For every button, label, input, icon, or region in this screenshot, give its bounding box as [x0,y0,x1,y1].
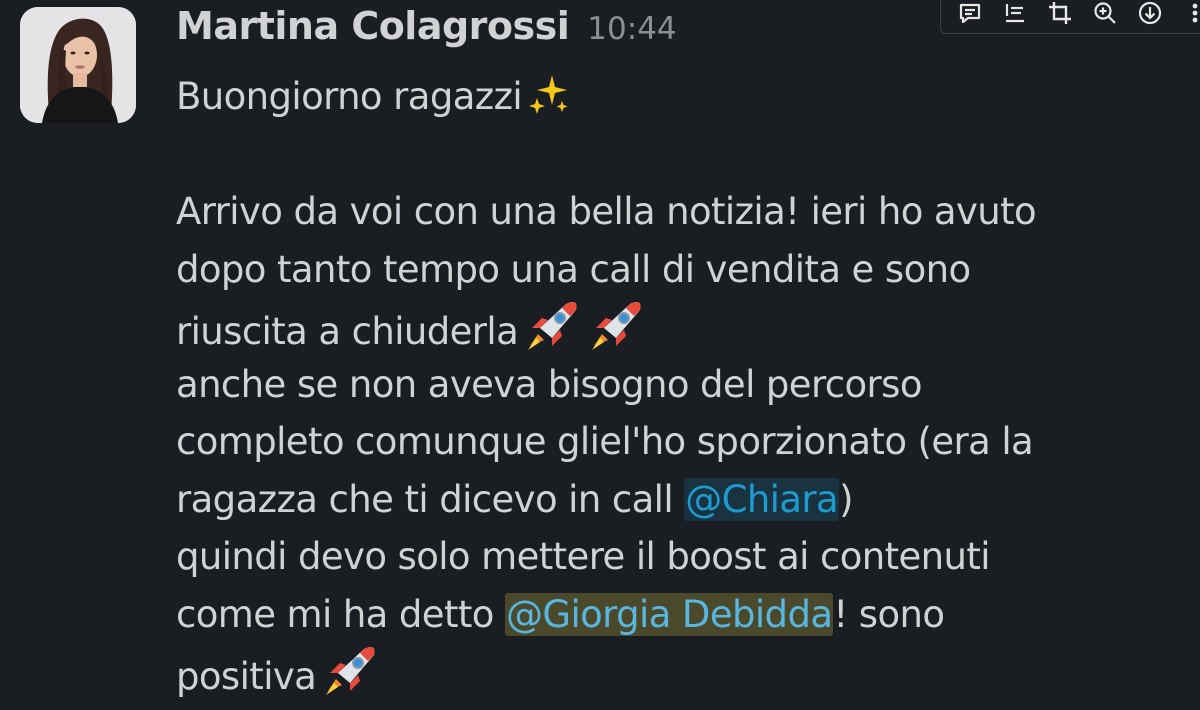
sender-name[interactable]: Martina Colagrossi [176,4,570,48]
zoom-in-icon[interactable] [1082,0,1127,32]
user-mention-giorgia[interactable]: @Giorgia Debidda [504,592,834,636]
message-line: Buongiorno ragazzi [176,68,1176,126]
message-text: Buongiorno ragazzi [176,75,523,118]
message-line: completo comunque gliel'ho sporzionato (… [176,413,1176,471]
message-line: quindi devo solo mettere il boost ai con… [176,528,1176,586]
message-text: anche se non aveva bisogno del percorso [176,362,922,406]
download-icon[interactable] [1127,0,1172,32]
message-header: Martina Colagrossi 10:44 [176,4,677,64]
message-line: come mi ha detto @Giorgia Debidda! sono [176,586,1176,644]
message-text: ) [839,477,853,521]
timestamp[interactable]: 10:44 [587,11,676,47]
message-text: dopo tanto tempo una call di vendita e s… [176,247,971,291]
message-line: Arrivo da voi con una bella notizia! ier… [176,183,1176,241]
message-text: riuscita a chiuderla [176,310,519,353]
rocket-emoji [320,643,380,710]
message-line: dopo tanto tempo una call di vendita e s… [176,241,1176,299]
message-body: Buongiorno ragazzi Arrivo da voi con una… [176,68,1176,701]
chat-message: Martina Colagrossi 10:44 Buongiorno raga… [0,0,1200,710]
message-text: ragazza che ti dicevo in call [176,477,685,521]
more-icon[interactable] [1172,0,1200,32]
crop-icon[interactable] [1037,0,1082,32]
message-text: Arrivo da voi con una bella notizia! ier… [176,190,1037,233]
text-align-icon[interactable] [992,0,1037,32]
message-line: riuscita a chiuderla [176,298,1176,356]
message-actions-toolbar [940,0,1200,34]
avatar[interactable] [20,7,136,123]
sparkles-emoji [526,71,572,134]
user-mention-chiara[interactable]: @Chiara [684,477,840,521]
message-line: anche se non aveva bisogno del percorso [176,356,1176,414]
message-line: ragazza che ti dicevo in call @Chiara) [176,471,1176,529]
message-text: quindi devo solo mettere il boost ai con… [176,535,991,578]
comment-icon[interactable] [947,0,992,32]
avatar-photo [20,7,136,123]
message-line: positiva [176,643,1176,701]
message-text: completo comunque gliel'ho sporzionato (… [176,420,1034,463]
message-text: positiva [176,655,317,698]
message-text: come mi ha detto [176,592,505,636]
message-text: ! sono [833,592,945,636]
